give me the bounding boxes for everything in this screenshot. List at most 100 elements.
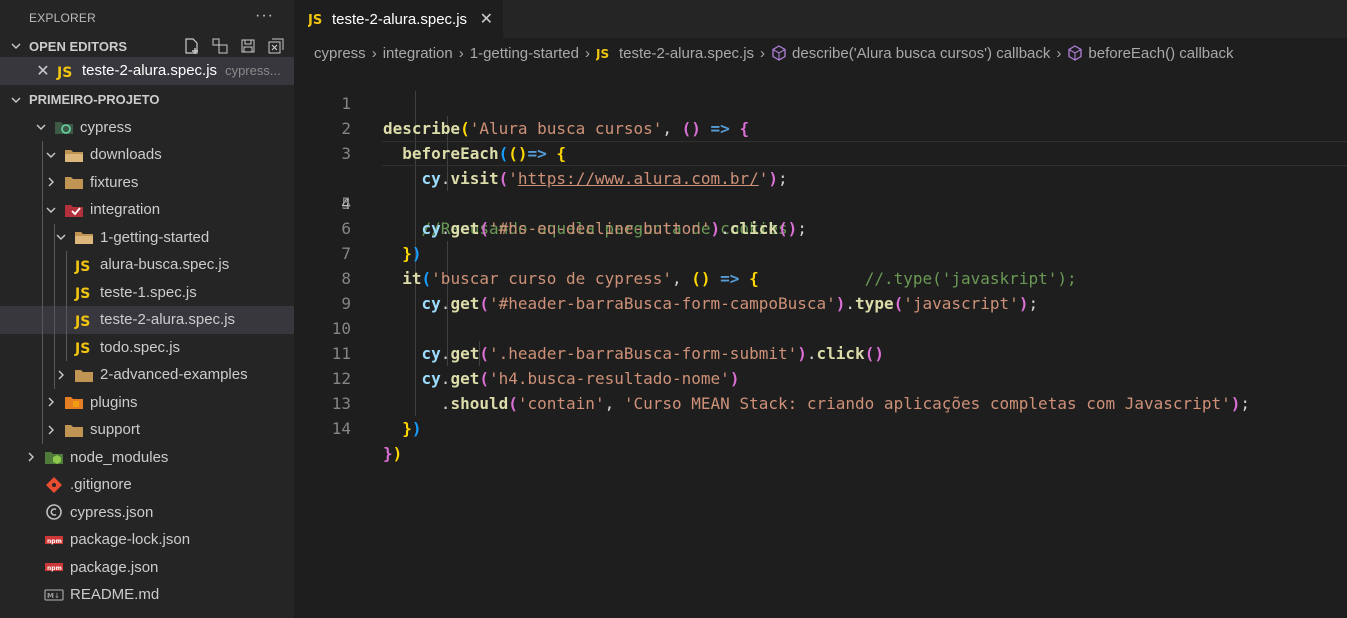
markdown-file-icon: M↓ <box>44 586 64 604</box>
code-line-current: 4 //Recusando aquela pergunta de cookies <box>294 141 1347 238</box>
tree-item-label: cypress.json <box>70 503 154 521</box>
code-line: 1 describe('Alura busca cursos', () => { <box>294 66 1347 138</box>
svg-text:JS: JS <box>74 341 90 356</box>
tree-item-label: 1-getting-started <box>100 228 210 246</box>
breadcrumb-item[interactable]: 1-getting-started <box>470 45 579 62</box>
tree-item-package-json[interactable]: npm package.json <box>0 554 294 582</box>
tree-item-todo[interactable]: JS todo.spec.js <box>0 333 294 361</box>
tree-item-readme[interactable]: M↓ README.md <box>0 581 294 609</box>
cypress-config-icon <box>44 503 64 521</box>
chevron-right-icon: › <box>371 44 377 62</box>
svg-text:JS: JS <box>74 286 90 301</box>
chevron-right-icon: › <box>584 44 590 62</box>
more-actions-icon[interactable]: ··· <box>255 7 274 25</box>
project-header[interactable]: PRIMEIRO-PROJETO <box>0 89 294 111</box>
code-line: 5 cy.get('#hs-eu-decline-button').click(… <box>294 166 1347 238</box>
tree-item-2-advanced-examples[interactable]: 2-advanced-examples <box>0 361 294 389</box>
tree-item-label: teste-1.spec.js <box>100 283 197 301</box>
code-line: 9 <box>294 266 1347 313</box>
npm-file-icon: npm <box>44 531 64 549</box>
chevron-down-icon <box>54 231 68 243</box>
tree-item-label: fixtures <box>90 173 139 191</box>
breadcrumb-item[interactable]: teste-2-alura.spec.js <box>619 45 754 62</box>
tree-item-alura-busca[interactable]: JS alura-busca.spec.js <box>0 251 294 279</box>
tree-item-node-modules[interactable]: node_modules <box>0 444 294 472</box>
folder-open-icon <box>74 228 94 246</box>
tree-item-label: todo.spec.js <box>100 338 181 356</box>
tab-teste-2-alura[interactable]: JS teste-2-alura.spec.js ✕ <box>294 0 503 38</box>
new-file-icon[interactable] <box>182 37 202 55</box>
tree-item-label: cypress <box>80 118 132 136</box>
tree-item-label: integration <box>90 201 161 219</box>
tree-item-teste-1[interactable]: JS teste-1.spec.js <box>0 278 294 306</box>
tree-item-support[interactable]: support <box>0 416 294 444</box>
code-line: 10 cy.get('.header-barraBusca-form-submi… <box>294 291 1347 363</box>
cypress-folder-icon <box>54 118 74 136</box>
code-editor[interactable]: 1 describe('Alura busca cursos', () => {… <box>294 66 1347 463</box>
close-all-icon[interactable] <box>266 37 286 55</box>
breadcrumb-item[interactable]: integration <box>383 45 453 62</box>
svg-text:JS: JS <box>74 314 90 329</box>
tree-item-label: package.json <box>70 558 159 576</box>
breadcrumb: cypress › integration › 1-getting-starte… <box>294 38 1347 68</box>
breadcrumb-item[interactable]: describe('Alura busca cursos') callback <box>792 45 1050 62</box>
svg-text:JS: JS <box>74 259 90 274</box>
chevron-right-icon <box>44 424 58 436</box>
explorer-title: EXPLORER <box>29 10 96 25</box>
tree-item-downloads[interactable]: downloads <box>0 141 294 169</box>
method-cube-icon <box>771 45 787 61</box>
tree-item-plugins[interactable]: plugins <box>0 388 294 416</box>
svg-text:npm: npm <box>47 538 62 545</box>
code-line: 8 cy.get('#header-barraBusca-form-campoB… <box>294 241 1347 313</box>
chevron-down-icon <box>10 40 22 52</box>
folder-icon <box>64 173 84 191</box>
editor-area: JS teste-2-alura.spec.js ✕ cypress › int… <box>294 0 1347 618</box>
code-line: 7 it('buscar curso de cypress', () => { … <box>294 216 1347 288</box>
svg-text:JS: JS <box>56 65 72 80</box>
close-icon[interactable]: ✕ <box>36 61 50 81</box>
node-folder-icon <box>44 448 64 466</box>
tree-item-cypress-json[interactable]: cypress.json <box>0 499 294 527</box>
code-line: 13 }) <box>294 366 1347 438</box>
svg-text:M↓: M↓ <box>47 592 60 600</box>
svg-text:JS: JS <box>596 47 609 61</box>
open-editor-filename: teste-2-alura.spec.js <box>82 62 218 80</box>
open-editors-label: OPEN EDITORS <box>29 38 128 54</box>
tree-item-label: plugins <box>90 393 138 411</box>
tree-item-integration[interactable]: integration <box>0 196 294 224</box>
cypress-js-file-icon: JS <box>74 256 94 274</box>
tree-item-cypress[interactable]: cypress <box>0 114 294 142</box>
tree-item-fixtures[interactable]: fixtures <box>0 168 294 196</box>
save-all-icon[interactable] <box>238 37 258 55</box>
close-icon[interactable]: ✕ <box>480 9 493 29</box>
cypress-js-file-icon: JS <box>74 283 94 301</box>
tree-item-label: .gitignore <box>70 476 132 494</box>
git-file-icon <box>44 476 64 494</box>
tree-item-label: downloads <box>90 146 162 164</box>
line-number: 14 <box>331 419 351 438</box>
open-editors-header[interactable]: OPEN EDITORS <box>0 35 294 57</box>
code-line: 6 }) <box>294 191 1347 263</box>
new-folder-icon[interactable] <box>210 37 230 55</box>
method-cube-icon <box>1067 45 1083 61</box>
explorer-sidebar: EXPLORER ··· OPEN EDITORS ✕ JS teste-2-a… <box>0 0 294 618</box>
breadcrumb-item[interactable]: cypress <box>314 45 366 62</box>
folder-icon <box>64 421 84 439</box>
tree-item-teste-2-alura[interactable]: JS teste-2-alura.spec.js <box>0 306 294 334</box>
cypress-js-file-icon: JS <box>74 311 94 329</box>
chevron-down-icon <box>44 204 58 216</box>
tree-item-label: 2-advanced-examples <box>100 366 248 384</box>
svg-text:JS: JS <box>308 13 322 28</box>
explorer-title-bar: EXPLORER ··· <box>0 0 294 35</box>
cypress-js-file-icon: JS <box>308 10 326 28</box>
tree-item-package-lock[interactable]: npm package-lock.json <box>0 526 294 554</box>
breadcrumb-item[interactable]: beforeEach() callback <box>1088 45 1233 62</box>
tree-item-gitignore[interactable]: .gitignore <box>0 471 294 499</box>
tree-item-1-getting-started[interactable]: 1-getting-started <box>0 223 294 251</box>
folder-icon <box>74 366 94 384</box>
open-editor-description: cypress... <box>225 63 281 79</box>
open-editor-item[interactable]: ✕ JS teste-2-alura.spec.js cypress... <box>0 57 294 85</box>
tab-bar: JS teste-2-alura.spec.js ✕ <box>294 0 1347 38</box>
chevron-right-icon: › <box>458 44 464 62</box>
tab-label: teste-2-alura.spec.js <box>332 10 468 28</box>
